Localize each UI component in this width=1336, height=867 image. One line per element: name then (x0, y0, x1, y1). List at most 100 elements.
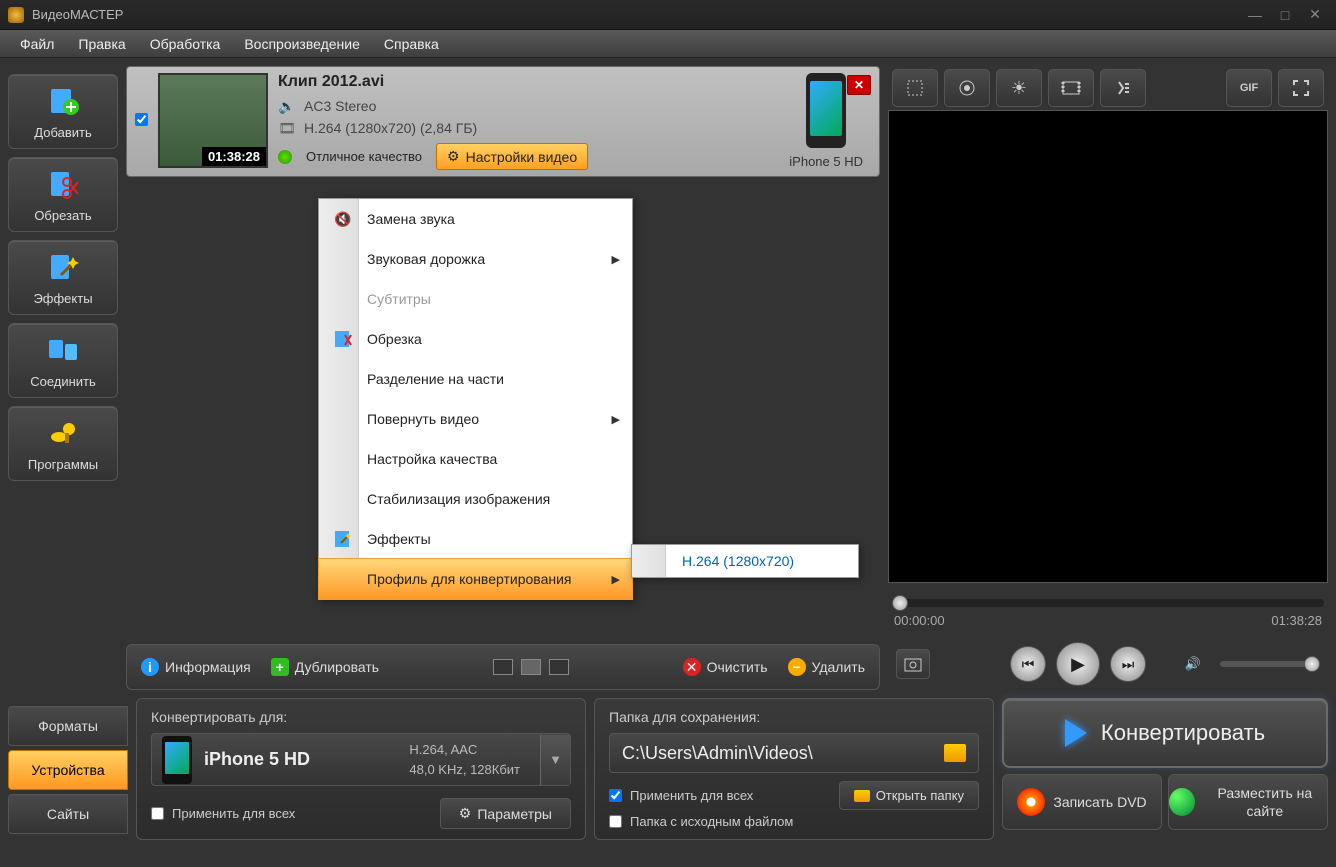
folder-icon[interactable] (944, 744, 966, 762)
apply-all-save-checkbox[interactable] (609, 789, 622, 802)
profile-codec-2: 48,0 KHz, 128Кбит (409, 760, 520, 780)
params-button[interactable]: ⚙Параметры (440, 798, 571, 829)
menu-rotate[interactable]: Повернуть видео▶ (319, 399, 632, 439)
save-path-box[interactable]: C:\Users\Admin\Videos\ (609, 733, 979, 773)
volume-icon[interactable]: 🔊 (1176, 649, 1210, 679)
clip-duration: 01:38:28 (202, 147, 266, 166)
clip-card[interactable]: 01:38:28 Клип 2012.avi 🔊AC3 Stereo 🎞H.26… (126, 66, 880, 177)
programs-button[interactable]: Программы (8, 406, 118, 481)
cut-label: Обрезать (13, 208, 113, 223)
join-icon (45, 332, 81, 368)
grid-view-icon[interactable] (549, 659, 569, 675)
menu-playback[interactable]: Воспроизведение (232, 32, 372, 56)
player-controls: ⏮ ▶ ⏭ 🔊 (888, 638, 1328, 690)
source-folder-checkbox[interactable] (609, 815, 622, 828)
settings-dropdown: 🔇Замена звука Звуковая дорожка▶ Субтитры… (318, 198, 633, 600)
enhance-tool-button[interactable] (944, 69, 990, 107)
brightness-tool-button[interactable]: ☀ (996, 69, 1042, 107)
clip-title: Клип 2012.avi (278, 73, 779, 91)
clear-button[interactable]: ✕Очистить (683, 658, 768, 676)
tab-formats[interactable]: Форматы (8, 706, 128, 746)
join-label: Соединить (13, 374, 113, 389)
next-button[interactable]: ⏭ (1110, 646, 1146, 682)
burn-dvd-button[interactable]: Записать DVD (1002, 774, 1162, 830)
seek-bar[interactable] (892, 599, 1324, 607)
speaker-icon: 🔊 (278, 97, 296, 115)
crop-tool-button[interactable] (892, 69, 938, 107)
open-folder-button[interactable]: Открыть папку (839, 781, 979, 810)
effects-icon (45, 249, 81, 285)
programs-label: Программы (13, 457, 113, 472)
video-preview[interactable] (888, 110, 1328, 583)
add-button[interactable]: Добавить (8, 74, 118, 149)
volume-slider[interactable] (1220, 661, 1320, 667)
close-window-button[interactable]: ✕ (1302, 6, 1328, 24)
view-toggle[interactable] (493, 659, 569, 675)
menu-replace-audio[interactable]: 🔇Замена звука (319, 199, 632, 239)
menu-help[interactable]: Справка (372, 32, 451, 56)
tab-devices[interactable]: Устройства (8, 750, 128, 790)
sidebar: Добавить Обрезать Эффекты Соединить Прог… (8, 66, 118, 690)
clip-quality: Отличное качество (306, 149, 422, 164)
bottom-panel: Форматы Устройства Сайты Конвертировать … (0, 698, 1336, 848)
maximize-button[interactable]: □ (1272, 6, 1298, 24)
frame-tool-button[interactable] (1048, 69, 1094, 107)
menubar: Файл Правка Обработка Воспроизведение Сп… (0, 30, 1336, 58)
duplicate-button[interactable]: +Дублировать (271, 658, 379, 676)
menu-effects[interactable]: Эффекты (319, 519, 632, 559)
video-settings-button[interactable]: ⚙ Настройки видео (436, 143, 588, 170)
gear-icon: ⚙ (459, 805, 472, 822)
menu-conversion-profile[interactable]: Профиль для конвертирования▶ (318, 558, 633, 600)
join-button[interactable]: Соединить (8, 323, 118, 398)
speed-tool-button[interactable] (1100, 69, 1146, 107)
profile-selector[interactable]: iPhone 5 HD H.264, AAC 48,0 KHz, 128Кбит… (151, 733, 571, 786)
delete-button[interactable]: −Удалить (788, 658, 865, 676)
tab-sites[interactable]: Сайты (8, 794, 128, 834)
submenu-arrow-icon: ▶ (612, 253, 620, 266)
gif-tool-button[interactable]: GIF (1226, 69, 1272, 107)
volume-knob[interactable] (1304, 656, 1320, 672)
menu-stabilize[interactable]: Стабилизация изображения (319, 479, 632, 519)
profile-dropdown-arrow[interactable]: ▼ (540, 735, 570, 785)
compact-view-icon[interactable] (521, 659, 541, 675)
seek-knob[interactable] (892, 595, 908, 611)
menu-subtitles: Субтитры (319, 279, 632, 319)
menu-split[interactable]: Разделение на части (319, 359, 632, 399)
play-button[interactable]: ▶ (1056, 642, 1100, 686)
fullscreen-button[interactable] (1278, 69, 1324, 107)
plus-icon: + (271, 658, 289, 676)
clip-info: Клип 2012.avi 🔊AC3 Stereo 🎞H.264 (1280x7… (278, 73, 779, 170)
prev-button[interactable]: ⏮ (1010, 646, 1046, 682)
info-button[interactable]: iИнформация (141, 658, 251, 676)
effects-button[interactable]: Эффекты (8, 240, 118, 315)
remove-clip-button[interactable]: ✕ (847, 75, 871, 95)
minimize-button[interactable]: — (1242, 6, 1268, 24)
menu-file[interactable]: Файл (8, 32, 66, 56)
convert-for-panel: Конвертировать для: iPhone 5 HD H.264, A… (136, 698, 586, 840)
menu-audio-track[interactable]: Звуковая дорожка▶ (319, 239, 632, 279)
main-area: Добавить Обрезать Эффекты Соединить Прог… (0, 58, 1336, 698)
device-name: iPhone 5 HD (789, 154, 863, 169)
audio-replace-icon: 🔇 (331, 207, 355, 231)
clip-checkbox[interactable] (135, 113, 148, 126)
add-icon (45, 83, 81, 119)
wand-icon (331, 527, 355, 551)
clip-thumbnail[interactable]: 01:38:28 (158, 73, 268, 168)
cut-button[interactable]: Обрезать (8, 157, 118, 232)
cut-icon (45, 166, 81, 202)
convert-button[interactable]: Конвертировать (1002, 698, 1328, 768)
profile-phone-icon (162, 736, 192, 784)
menu-crop[interactable]: Обрезка (319, 319, 632, 359)
menu-process[interactable]: Обработка (138, 32, 233, 56)
profile-option[interactable]: H.264 (1280x720) (682, 553, 794, 569)
clip-audio: AC3 Stereo (304, 98, 376, 114)
clear-icon: ✕ (683, 658, 701, 676)
menu-quality[interactable]: Настройка качества (319, 439, 632, 479)
effects-label: Эффекты (13, 291, 113, 306)
publish-button[interactable]: Разместить на сайте (1168, 774, 1328, 830)
list-view-icon[interactable] (493, 659, 513, 675)
info-icon: i (141, 658, 159, 676)
menu-edit[interactable]: Правка (66, 32, 137, 56)
snapshot-button[interactable] (896, 649, 930, 679)
apply-all-profile-checkbox[interactable] (151, 807, 164, 820)
